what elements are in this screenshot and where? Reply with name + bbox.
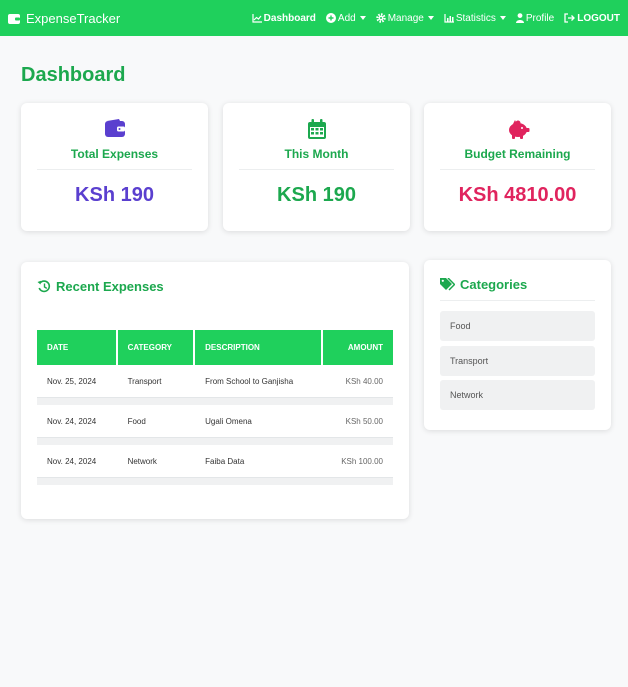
cell-category: Network — [127, 456, 157, 466]
calendar-icon — [307, 119, 326, 139]
column-header-description[interactable]: DESCRIPTION — [195, 330, 322, 365]
stat-value: KSh 190 — [277, 184, 356, 206]
expenses-table: DATE CATEGORY DESCRIPTION AMOUNT Nov. 25… — [37, 330, 393, 485]
stat-card-total-expenses: Total Expenses KSh 190 — [21, 103, 208, 231]
categories-title: Categories — [460, 277, 528, 292]
table-row[interactable]: Nov. 25, 2024 Transport From School to G… — [37, 365, 393, 398]
row-separator — [37, 478, 393, 485]
categories-card: Categories Food Transport Network — [424, 260, 611, 430]
recent-expenses-heading: Recent Expenses — [37, 279, 164, 294]
nav-manage[interactable]: Manage — [376, 13, 434, 24]
table-header: DATE CATEGORY DESCRIPTION AMOUNT — [37, 330, 393, 365]
column-header-category[interactable]: CATEGORY — [117, 330, 194, 365]
category-item[interactable]: Transport — [440, 346, 595, 376]
wallet-icon — [8, 13, 20, 24]
stat-label: Total Expenses — [70, 147, 159, 161]
cell-amount: KSh 40.00 — [345, 376, 383, 386]
piggy-bank-icon — [508, 120, 529, 139]
column-header-amount[interactable]: AMOUNT — [323, 330, 393, 365]
row-separator — [37, 438, 393, 445]
cell-description: Faiba Data — [205, 456, 245, 466]
divider — [440, 169, 595, 170]
nav-logout-label: LOGOUT — [577, 12, 620, 24]
nav-manage-label: Manage — [387, 12, 424, 24]
divider — [239, 169, 394, 170]
bar-chart-icon — [444, 13, 454, 23]
nav-dashboard[interactable]: Dashboard — [252, 13, 316, 24]
stat-label: This Month — [284, 147, 349, 161]
sign-out-icon — [564, 13, 576, 23]
user-icon — [515, 13, 524, 23]
divider — [37, 169, 192, 170]
cell-category: Transport — [127, 376, 162, 386]
nav-logout[interactable]: LOGOUT — [564, 13, 620, 24]
nav-dashboard-label: Dashboard — [263, 12, 316, 24]
nav-statistics-label: Statistics — [455, 12, 496, 24]
gear-icon — [376, 13, 386, 23]
stat-value: KSh 4810.00 — [458, 184, 577, 206]
cell-date: Nov. 24, 2024 — [47, 416, 97, 426]
wallet-icon — [104, 119, 125, 137]
nav-menu: Dashboard Add Manage Statistics Profile … — [242, 13, 620, 24]
tags-icon — [440, 278, 455, 291]
cell-amount: KSh 50.00 — [345, 416, 383, 426]
navbar: ExpenseTracker Dashboard Add Manage Stat… — [0, 0, 628, 36]
cell-date: Nov. 24, 2024 — [47, 456, 97, 466]
stat-value: KSh 190 — [75, 184, 154, 206]
nav-add[interactable]: Add — [325, 12, 366, 24]
nav-profile[interactable]: Profile — [515, 12, 555, 24]
nav-statistics[interactable]: Statistics — [444, 13, 506, 24]
divider — [440, 300, 595, 301]
cell-category: Food — [127, 416, 146, 426]
cell-amount: KSh 100.00 — [341, 456, 383, 466]
cell-description: From School to Ganjisha — [205, 376, 294, 386]
table-row[interactable]: Nov. 24, 2024 Network Faiba Data KSh 100… — [37, 445, 393, 478]
chevron-down-icon — [427, 16, 434, 20]
column-header-date[interactable]: DATE — [37, 330, 116, 365]
chart-line-icon — [252, 13, 262, 23]
nav-profile-label: Profile — [525, 12, 555, 24]
stat-card-this-month: This Month KSh 190 — [223, 103, 410, 231]
category-item[interactable]: Network — [440, 380, 595, 410]
chevron-down-icon — [359, 16, 366, 20]
row-separator — [37, 398, 393, 405]
stat-card-budget-remaining: Budget Remaining KSh 4810.00 — [424, 103, 611, 231]
categories-heading: Categories — [440, 277, 527, 292]
plus-circle-icon — [325, 13, 336, 23]
stat-label: Budget Remaining — [464, 147, 571, 161]
table-row[interactable]: Nov. 24, 2024 Food Ugali Omena KSh 50.00 — [37, 405, 393, 438]
recent-expenses-card: Recent Expenses DATE CATEGORY DESCRIPTIO… — [21, 262, 409, 519]
brand-link[interactable]: ExpenseTracker — [8, 11, 120, 26]
brand-name: ExpenseTracker — [26, 10, 121, 26]
cell-description: Ugali Omena — [205, 416, 252, 426]
recent-expenses-title: Recent Expenses — [56, 279, 164, 294]
cell-date: Nov. 25, 2024 — [47, 376, 97, 386]
page-title: Dashboard — [21, 64, 126, 86]
category-item[interactable]: Food — [440, 311, 595, 341]
nav-add-label: Add — [337, 12, 356, 24]
history-icon — [37, 280, 51, 293]
chevron-down-icon — [499, 16, 506, 20]
